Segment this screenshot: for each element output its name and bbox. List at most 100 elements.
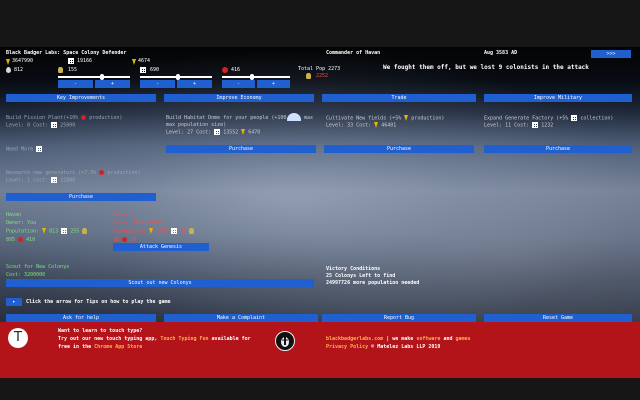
victory-title: Victory Conditions (326, 266, 381, 272)
food-slider-icon (58, 67, 63, 73)
badger-icon (281, 337, 289, 347)
home-colony-name: Havan (6, 212, 22, 218)
software-link[interactable]: software (416, 336, 440, 342)
food2-value: 416 (231, 67, 241, 73)
date-label: Aug 3583 AD (484, 50, 518, 56)
touch-typing-logo[interactable]: T (8, 328, 28, 348)
scout-cost: Cost: 3200000 (6, 272, 46, 278)
food-icon (81, 115, 87, 120)
habitat-dome-max: max (304, 115, 314, 121)
habitat-dome-purchase-button[interactable]: Purchase (166, 145, 316, 153)
game-title: Black Badger Labs: Space Colony Defender (6, 50, 127, 56)
fields-level: Level: 33 Cost: 46401 (326, 122, 397, 129)
grid-increase-button[interactable]: + (177, 80, 212, 88)
grid-icon (36, 146, 43, 152)
grid-value: 19166 (77, 58, 93, 64)
grid-icon (171, 228, 178, 234)
fission-plant-level: Level: 0 Cost: 25000 (6, 122, 76, 129)
page-bottom-margin (0, 378, 640, 400)
food-icon (222, 67, 228, 73)
commander-label: Commander of Havan (326, 50, 381, 56)
total-pop-sub: 2252 (316, 73, 329, 79)
footer-company-line: blackbadgerlabs.com | we make software a… (326, 336, 471, 342)
grid-icon (214, 129, 221, 135)
factory-purchase-button[interactable]: Purchase (484, 145, 632, 153)
food-icon (99, 170, 105, 175)
games-link[interactable]: games (455, 336, 470, 342)
research-level: Level: 1 Cost: 12806 (6, 177, 76, 184)
attack-genesis-button[interactable]: Attack Genesis (113, 243, 209, 251)
grid-decrease-button[interactable]: - (140, 80, 175, 88)
grid-icon (51, 122, 58, 128)
tab-improve-economy[interactable]: Improve Economy (164, 94, 314, 102)
tab-improve-military[interactable]: Improve Military (484, 94, 632, 102)
food2-decrease-button[interactable]: - (222, 80, 255, 88)
fields-purchase-button[interactable]: Purchase (324, 145, 474, 153)
food-icon (122, 237, 128, 242)
home-colony-population: Population: 813 255 (6, 228, 88, 236)
tab-trade[interactable]: Trade (322, 94, 476, 102)
pop-icon (189, 228, 195, 234)
food2-increase-button[interactable]: + (257, 80, 290, 88)
touch-typing-fun-link[interactable]: Touch Typing Fun (160, 336, 208, 342)
make-complaint-button[interactable]: Make a Complaint (164, 314, 318, 322)
water-drop-icon (6, 67, 11, 73)
ask-for-help-button[interactable]: Ask for help (6, 314, 156, 322)
grid-icon (68, 58, 74, 64)
habitat-dome-level: Level: 27 Cost: 13552 6470 (166, 129, 261, 136)
footer-promo-line2: Try out our new touch typing app, Touch … (58, 336, 251, 342)
tips-arrow-button[interactable]: ▸ (6, 298, 22, 306)
energy-icon (404, 115, 409, 121)
reset-game-button[interactable]: Reset Game (484, 314, 632, 322)
energy-icon (374, 122, 379, 128)
grid-icon (61, 228, 68, 234)
game-page: { "header": { "title": "Black Badger Lab… (0, 0, 640, 400)
food-increase-button[interactable]: + (95, 80, 130, 88)
menu-arrow-button[interactable]: >>> (591, 50, 631, 58)
grid-icon (571, 115, 578, 121)
chrome-app-store-link[interactable]: Chrome App Store (94, 344, 142, 350)
scout-colonys-button[interactable]: Scout out new Colonys (6, 279, 314, 287)
black-badger-logo[interactable] (275, 331, 295, 351)
food-slider-track (58, 76, 130, 78)
food-decrease-button[interactable]: - (58, 80, 93, 88)
research-purchase-button[interactable]: Purchase (6, 193, 156, 201)
scout-title: Scout for New Colonys (6, 264, 70, 270)
total-pop-label: Total Pop 2273 (298, 66, 341, 72)
victory-colonys-left: 25 Colonys Left to find (326, 273, 396, 279)
blackbadgerlabs-link[interactable]: blackbadgerlabs.com (326, 336, 383, 342)
food2-slider-track (222, 76, 290, 78)
energy-value: 3647990 (12, 58, 34, 64)
research-title: Research new generators (+7.5% productio… (6, 170, 141, 176)
home-colony-owner: Owner: You (6, 220, 37, 226)
battle-message: We fought them off, but we lost 9 coloni… (383, 64, 589, 71)
tips-text: Click the arrow for Tips on how to play … (26, 299, 171, 305)
pop-icon (306, 73, 311, 79)
tab-key-improvements[interactable]: Key Improvements (6, 94, 156, 102)
energy-icon (241, 129, 246, 135)
habitat-dome-title: Build Habitat Dome for your people (+100 (166, 115, 287, 121)
report-bug-button[interactable]: Report Bug (322, 314, 476, 322)
factory-level: Level: 11 Cost: 1232 (484, 122, 554, 129)
enemy-colony-owner: Owner: Rowdumbles (113, 220, 165, 226)
need-more-label: Need More (6, 146, 43, 154)
enemy-colony-population: Population: 1706 90 (113, 228, 195, 236)
water-value: 4674 (138, 58, 151, 64)
grid-icon (51, 177, 58, 183)
energy-icon (42, 228, 47, 234)
grid-slider-value: 690 (150, 67, 160, 73)
food-value: 812 (14, 67, 24, 73)
victory-population-needed: 24997726 more population needed (326, 280, 420, 286)
food-slider-value: 155 (68, 67, 78, 73)
fission-plant-title: Build Fission Plant(+10% production) (6, 115, 123, 121)
enemy-colony-name: Genesis (113, 212, 135, 218)
energy-icon (6, 59, 10, 65)
footer-legal-line: Privacy Policy © Matelez Labs LLP 2019 (326, 344, 441, 350)
footer-promo-line1: Want to learn to touch type? (58, 328, 143, 334)
habitat-dome-title-tail: max population size) (166, 122, 227, 128)
home-colony-row2: 895 410 (6, 237, 36, 243)
energy-icon (149, 228, 154, 234)
grid-slider-icon (140, 67, 146, 73)
water-icon (132, 59, 136, 65)
privacy-policy-link[interactable]: Privacy Policy (326, 344, 368, 350)
